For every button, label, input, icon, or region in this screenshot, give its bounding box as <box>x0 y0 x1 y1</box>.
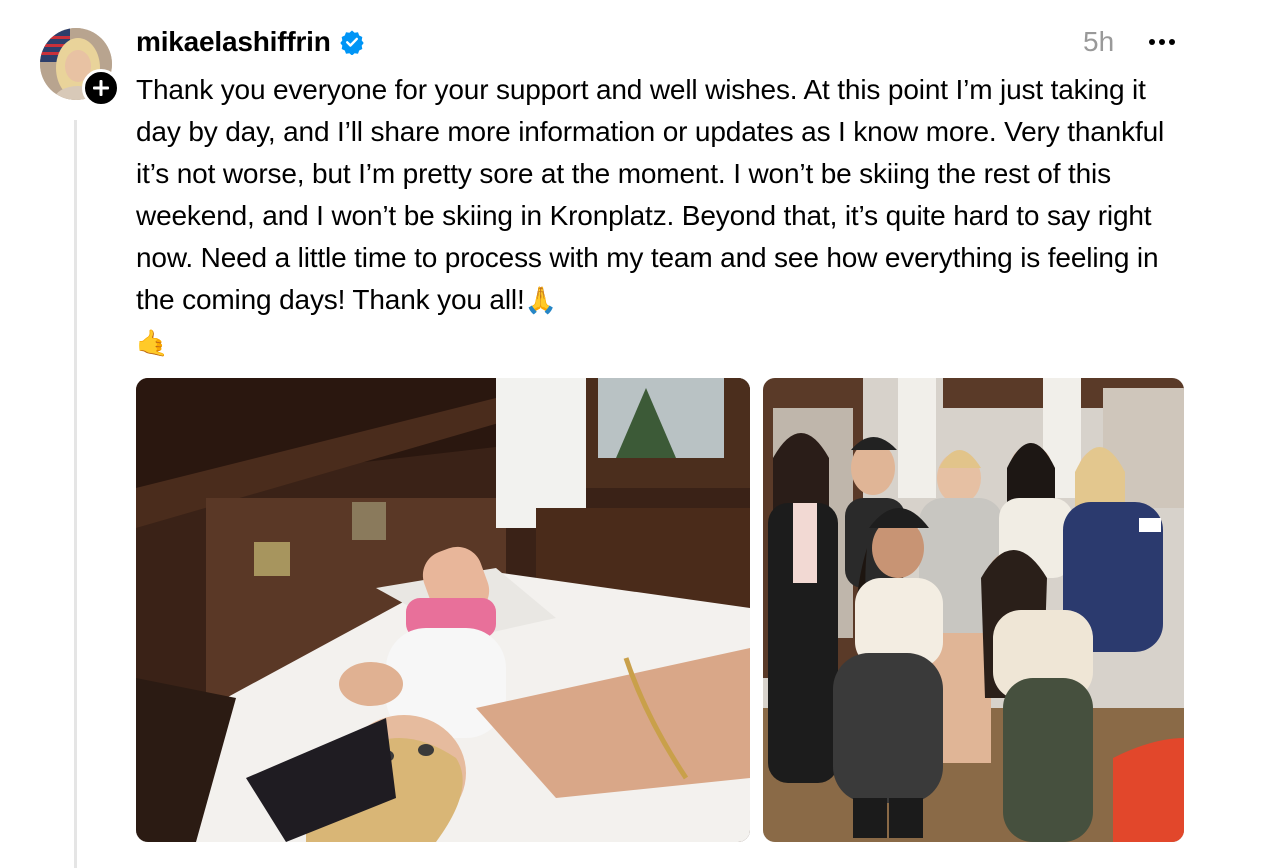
thread-line <box>74 120 77 868</box>
post-photo-1[interactable] <box>136 378 750 842</box>
bed-selfie-image <box>136 378 750 842</box>
post-header: mikaelashiffrin <box>136 22 365 62</box>
username-link[interactable]: mikaelashiffrin <box>136 26 331 58</box>
more-options-icon <box>1149 39 1175 45</box>
more-options-button[interactable] <box>1145 28 1179 56</box>
post-timestamp[interactable]: 5h <box>1083 22 1114 62</box>
plus-icon <box>93 80 109 96</box>
follow-button[interactable] <box>82 69 120 107</box>
call-me-hand-emoji: 🤙 <box>136 329 169 359</box>
post-text: Thank you everyone for your support and … <box>136 74 1172 315</box>
group-photo-image <box>763 378 1184 842</box>
verified-badge-icon <box>339 29 365 56</box>
folded-hands-emoji: 🙏 <box>524 286 557 316</box>
post-body: Thank you everyone for your support and … <box>136 69 1186 365</box>
post-photo-2[interactable] <box>763 378 1184 842</box>
